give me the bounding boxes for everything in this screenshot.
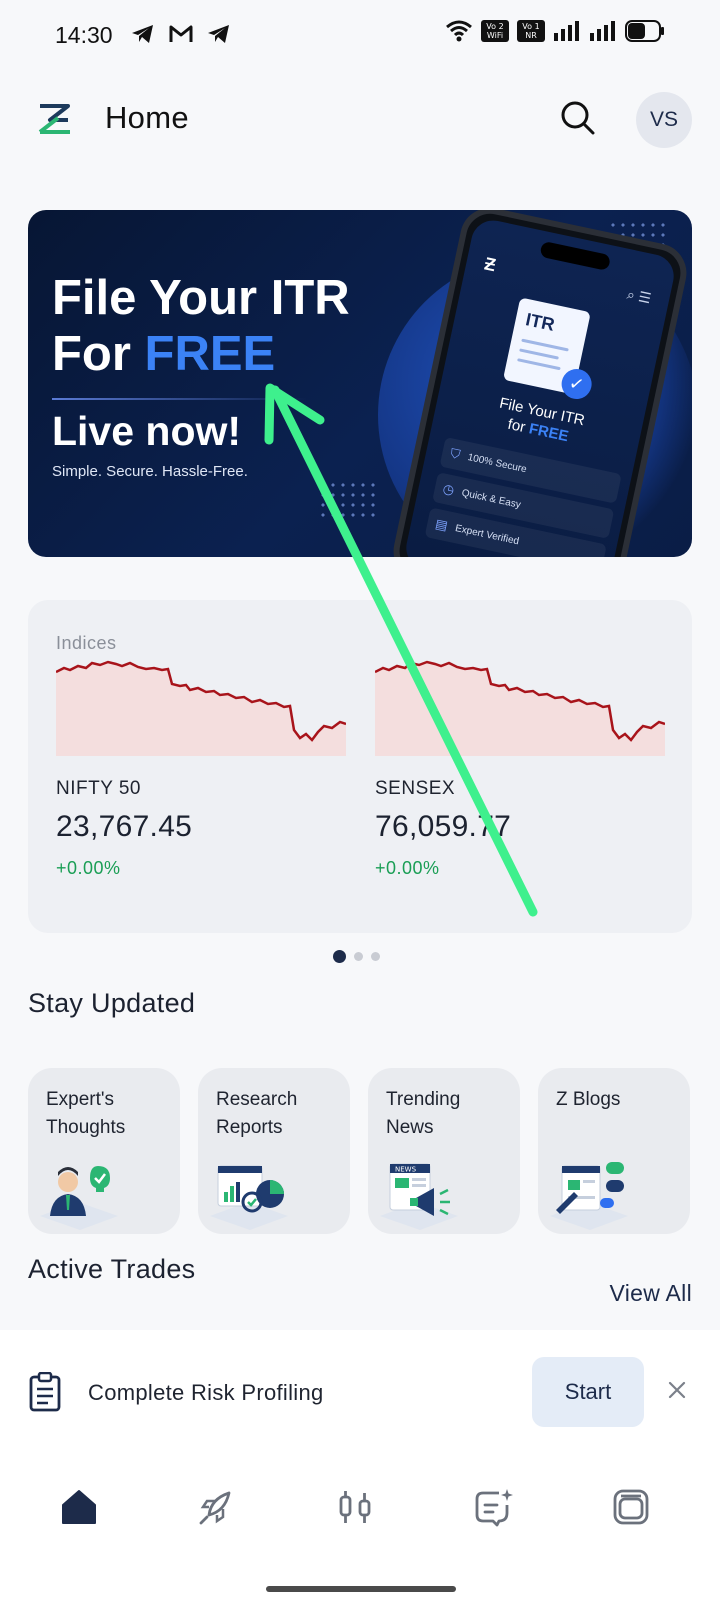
card-trending-news[interactable]: Trending News NEWS — [368, 1068, 520, 1234]
phone-logo-icon: Ƶ — [482, 253, 498, 276]
section-title-stay-updated: Stay Updated — [28, 988, 196, 1018]
avatar-initials: VS — [649, 108, 678, 131]
clock-icon: ◷ — [441, 480, 456, 498]
banner-headline: File Your ITR For FREE — [52, 270, 350, 382]
news-icon: NEWS — [380, 1163, 458, 1230]
banner-headline-line1: File Your ITR — [52, 271, 350, 325]
index-change: +0.00% — [56, 858, 121, 878]
candlestick-icon[interactable] — [333, 1485, 377, 1529]
wifi-icon — [446, 20, 472, 42]
section-title-active-trades: Active Trades — [28, 1254, 196, 1284]
start-button-label: Start — [564, 1379, 612, 1404]
start-button[interactable]: Start — [532, 1357, 644, 1427]
expert-icon — [40, 1166, 118, 1230]
sensex-sparkline — [375, 660, 665, 756]
telegram-icon — [208, 25, 229, 43]
banner-line2-prefix: For — [52, 327, 145, 381]
card-label: Research Reports — [216, 1089, 298, 1138]
status-bar: 14:30 Vo 2 WiFi Vo 1 NR — [0, 0, 720, 70]
clipboard-icon — [29, 1372, 61, 1412]
banner-divider — [52, 398, 307, 400]
shield-icon: ⛉ — [449, 445, 462, 463]
home-indicator — [266, 1586, 456, 1592]
pager-dot[interactable] — [371, 952, 380, 961]
card-label: Trending News — [386, 1089, 461, 1138]
notification-icons — [130, 22, 232, 46]
indices-label: Indices — [56, 633, 117, 653]
bottom-nav — [0, 1455, 720, 1600]
chat-sparkle-icon[interactable] — [471, 1485, 515, 1529]
layers-icon[interactable] — [609, 1485, 653, 1529]
index-value: 76,059.77 — [375, 810, 512, 843]
close-icon[interactable] — [664, 1377, 690, 1403]
phone-screen: Ƶ ⌕ ☰ ITR ✓ File Your ITR for FREE ⛉ 100%… — [402, 216, 678, 557]
document-icon: ▤ — [434, 515, 450, 534]
itr-promo-banner[interactable]: File Your ITR For FREE Live now! Simple.… — [28, 210, 692, 557]
view-all-link[interactable]: View All — [609, 1280, 692, 1307]
volte-nr-badge: Vo 1 NR — [517, 20, 545, 42]
signal-icon — [554, 21, 579, 41]
gmail-icon — [169, 25, 193, 42]
svg-text:NEWS: NEWS — [395, 1166, 417, 1174]
card-research-reports[interactable]: Research Reports — [198, 1068, 350, 1234]
card-label: Expert's Thoughts — [46, 1089, 126, 1138]
zebu-logo-icon — [38, 104, 70, 134]
banner-dots — [318, 480, 378, 520]
phone-notch — [539, 240, 612, 272]
card-experts-thoughts[interactable]: Expert's Thoughts — [28, 1068, 180, 1234]
battery-icon — [625, 20, 664, 42]
pager-dot[interactable] — [333, 950, 346, 963]
search-icon[interactable] — [558, 98, 598, 138]
telegram-icon — [132, 25, 153, 43]
research-icon — [210, 1165, 288, 1230]
itr-doc-label: ITR — [523, 309, 557, 335]
risk-profiling-text: Complete Risk Profiling — [88, 1380, 324, 1405]
index-change: +0.00% — [375, 858, 440, 878]
blog-icon — [550, 1162, 628, 1230]
indices-card[interactable]: Indices NIFTY 50 23,767.45 +0.00% SENSEX… — [28, 600, 692, 933]
card-z-blogs[interactable]: Z Blogs — [538, 1068, 690, 1234]
phone-menu-icon: ⌕ ☰ — [625, 285, 653, 307]
index-value: 23,767.45 — [56, 810, 193, 843]
card-label: Z Blogs — [556, 1089, 621, 1110]
system-icons: Vo 2 WiFi Vo 1 NR — [445, 20, 665, 42]
banner-headline-line2: For FREE — [52, 326, 350, 382]
banner-free-highlight: FREE — [144, 327, 276, 381]
status-time: 14:30 — [55, 22, 113, 48]
volte-wifi-badge: Vo 2 WiFi — [481, 20, 509, 42]
feature-label: Expert Verified — [454, 522, 521, 547]
banner-live-now: Live now! — [52, 408, 242, 454]
indices-pager — [333, 950, 380, 963]
signal-icon — [590, 21, 615, 41]
pager-dot[interactable] — [354, 952, 363, 961]
avatar[interactable]: VS — [636, 92, 692, 148]
phone-feature-list: ⛉ 100% Secure ◷ Quick & Easy ▤ Expert Verif… — [423, 436, 622, 557]
risk-profiling-bar: Complete Risk Profiling Start — [0, 1330, 720, 1455]
home-icon[interactable] — [57, 1485, 101, 1529]
stay-updated-row: Expert's Thoughts Research Reports Trend… — [28, 1068, 690, 1234]
rocket-icon[interactable] — [195, 1485, 239, 1529]
feature-label: Quick & Easy — [460, 487, 522, 511]
page-title: Home — [105, 100, 189, 135]
index-name: NIFTY 50 — [56, 778, 141, 799]
banner-subtitle: Simple. Secure. Hassle-Free. — [52, 463, 248, 480]
nifty-sparkline — [56, 660, 346, 756]
index-name: SENSEX — [375, 778, 456, 799]
feature-label: 100% Secure — [466, 451, 528, 475]
